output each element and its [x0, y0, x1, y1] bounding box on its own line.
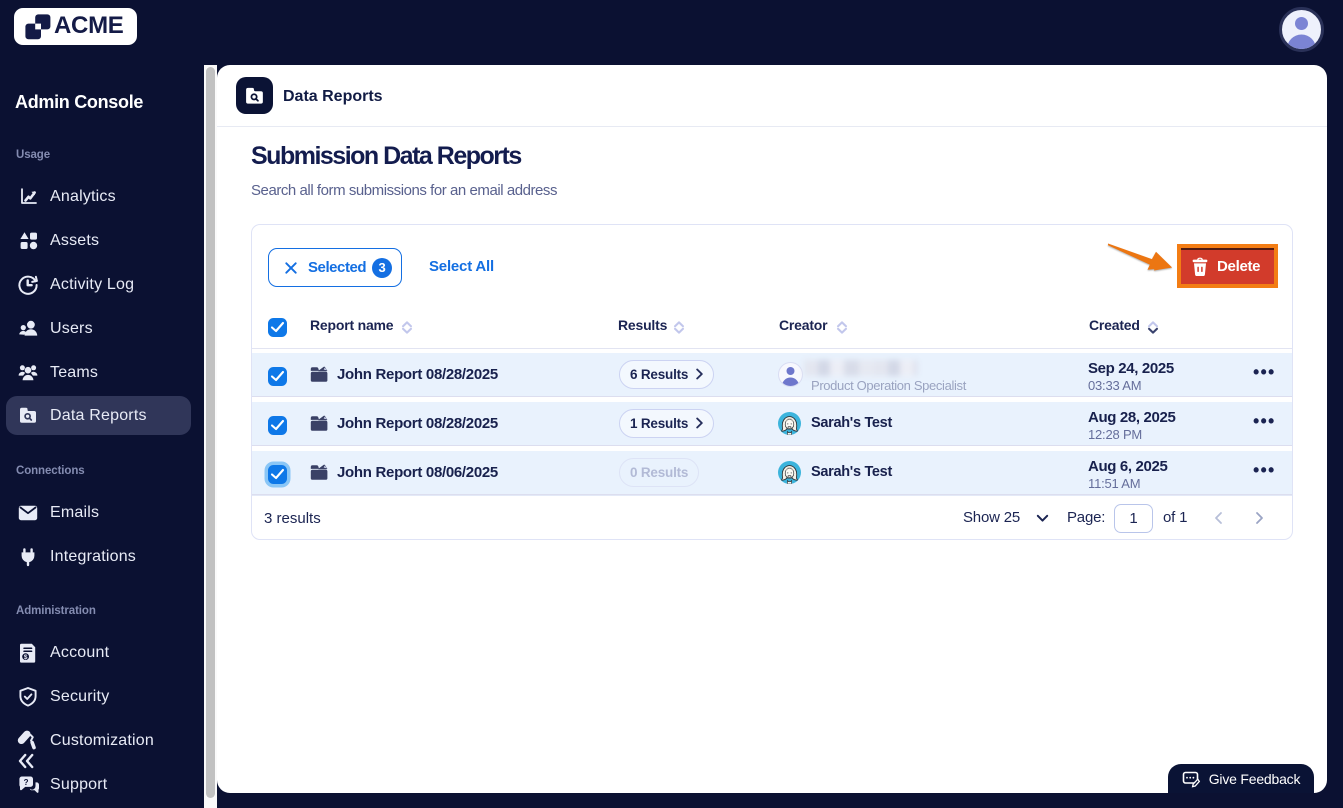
svg-text:?: ? [24, 777, 29, 786]
svg-text:$: $ [24, 654, 28, 661]
